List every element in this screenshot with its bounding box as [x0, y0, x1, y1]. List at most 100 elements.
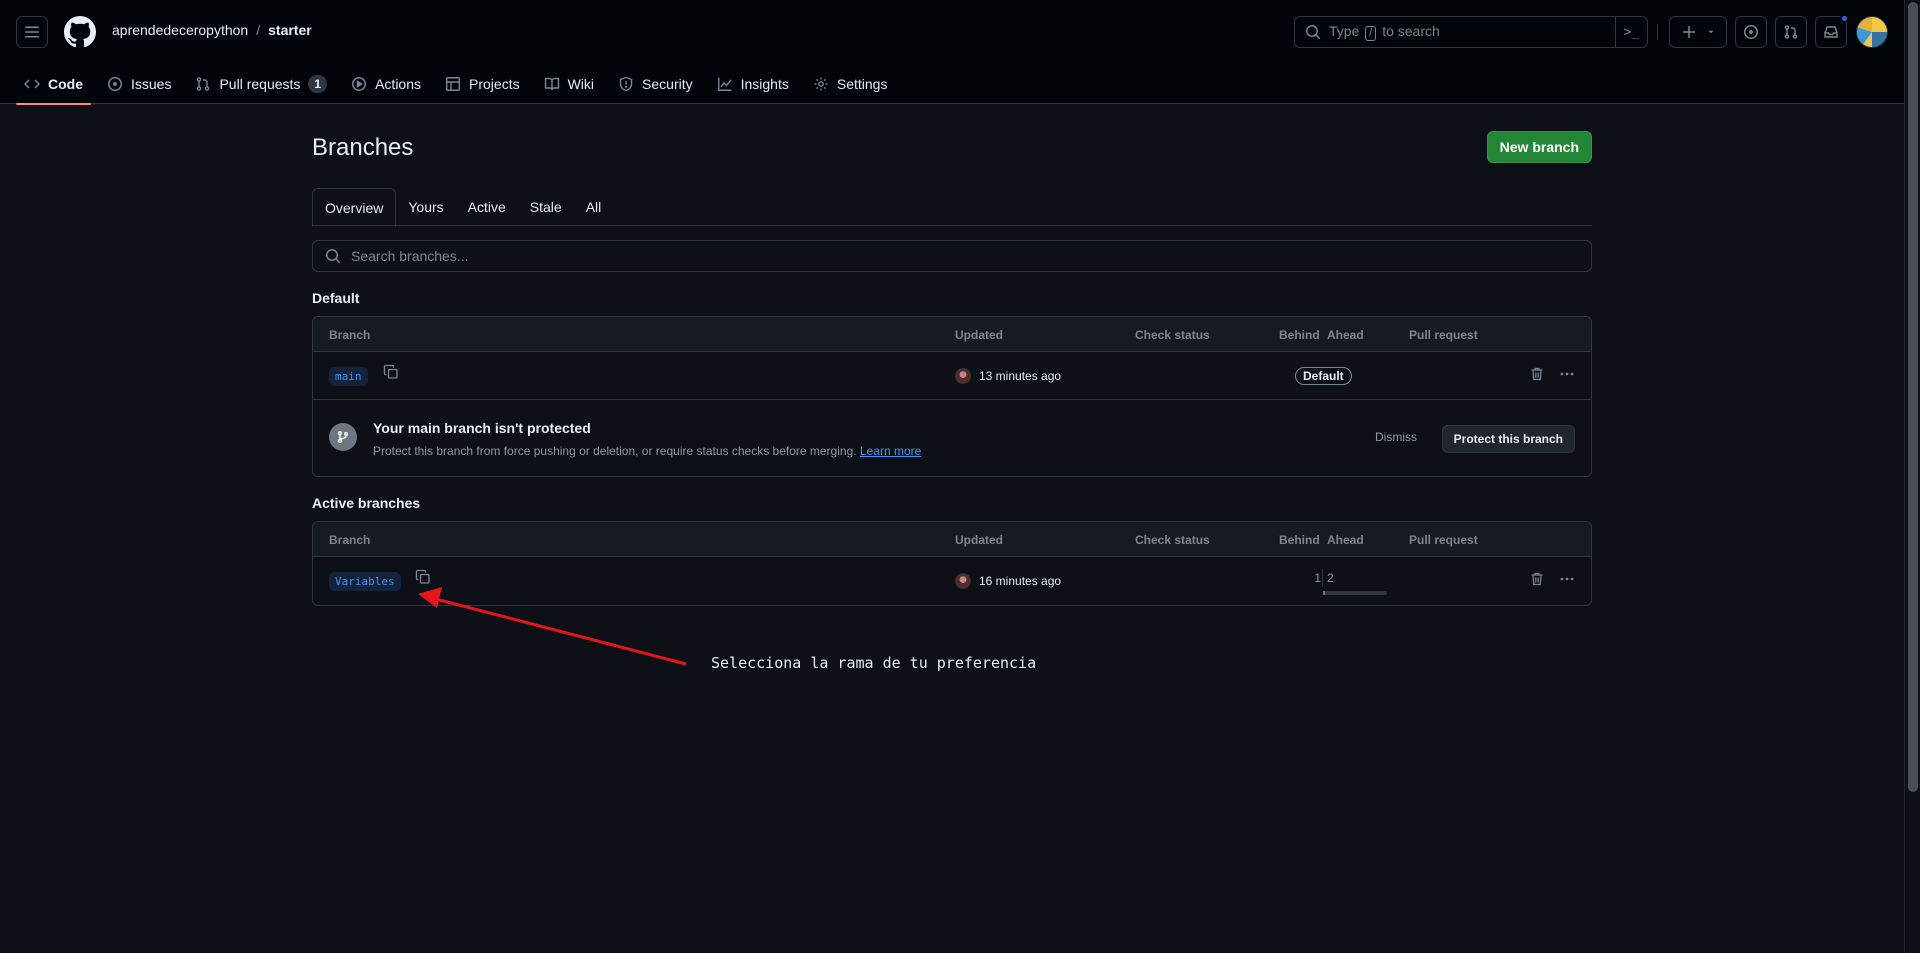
branch-filter-tabs: Overview Yours Active Stale All — [312, 188, 1592, 227]
tab-code[interactable]: Code — [16, 64, 91, 105]
col-updated: Updated — [955, 533, 1003, 547]
git-pull-request-icon — [1784, 25, 1798, 39]
tab-pull-requests[interactable]: Pull requests 1 — [187, 64, 335, 104]
git-branch-icon — [329, 423, 357, 451]
command-palette-icon: >_ — [1623, 24, 1640, 40]
search-prefix: Type — [1329, 23, 1360, 39]
protect-branch-button[interactable]: Protect this branch — [1441, 425, 1575, 453]
ahead-count: 2 — [1327, 571, 1334, 585]
copy-icon[interactable] — [383, 364, 399, 380]
search-shortcut-key: / — [1365, 26, 1377, 41]
play-icon — [352, 77, 367, 91]
col-pull-request: Pull request — [1409, 533, 1478, 547]
table-header: Branch Updated Check status Behind Ahead… — [313, 522, 1591, 557]
global-search-input[interactable]: Type / to search >_ — [1294, 16, 1648, 48]
pull-request-icon — [197, 77, 210, 91]
col-behind: Behind — [1279, 533, 1320, 547]
updated-cell: 13 minutes ago — [955, 368, 1061, 384]
tab-label: Wiki — [567, 76, 595, 92]
tab-stale[interactable]: Stale — [518, 188, 574, 226]
trash-icon[interactable] — [1529, 366, 1545, 382]
ahead-bar — [1323, 591, 1387, 595]
col-branch: Branch — [329, 328, 371, 342]
banner-title: Your main branch isn't protected — [373, 420, 591, 436]
github-logo-icon[interactable] — [64, 16, 96, 48]
new-branch-button[interactable]: New branch — [1486, 131, 1592, 163]
avatar[interactable] — [955, 368, 971, 384]
search-suffix: to search — [1382, 23, 1440, 39]
tab-label: Settings — [836, 76, 888, 92]
trash-icon[interactable] — [1529, 571, 1545, 587]
col-branch: Branch — [329, 533, 371, 547]
default-branch-table: Branch Updated Check status Behind Ahead… — [312, 316, 1592, 477]
tab-wiki[interactable]: Wiki — [536, 64, 602, 104]
learn-more-link[interactable]: Learn more — [860, 444, 921, 458]
pull-request-count: 1 — [308, 75, 328, 93]
updated-cell: 16 minutes ago — [955, 573, 1061, 589]
copy-icon[interactable] — [415, 569, 431, 585]
col-check-status: Check status — [1135, 533, 1210, 547]
repo-link[interactable]: starter — [268, 22, 312, 38]
your-issues-button[interactable] — [1735, 16, 1767, 48]
col-updated: Updated — [955, 328, 1003, 342]
breadcrumb-separator: / — [256, 22, 261, 38]
graph-icon — [717, 77, 732, 91]
user-avatar[interactable] — [1856, 16, 1888, 48]
page-scrollbar[interactable] — [1904, 0, 1920, 953]
branch-search-input[interactable]: Search branches... — [312, 240, 1592, 272]
scrollbar-thumb[interactable] — [1908, 2, 1918, 792]
shield-icon — [619, 76, 633, 92]
tab-label: Code — [48, 76, 83, 92]
tab-overview[interactable]: Overview — [312, 188, 397, 227]
branch-name-link[interactable]: Variables — [329, 572, 401, 591]
tab-label: Actions — [375, 76, 422, 92]
tab-issues[interactable]: Issues — [99, 64, 179, 104]
triangle-down-icon — [1708, 30, 1713, 34]
tab-label: Security — [642, 76, 693, 92]
tab-yours[interactable]: Yours — [396, 188, 455, 226]
book-icon — [544, 77, 559, 91]
col-check-status: Check status — [1135, 328, 1210, 342]
avatar[interactable] — [955, 573, 971, 589]
tab-security[interactable]: Security — [610, 64, 701, 104]
banner-description: Protect this branch from force pushing o… — [373, 444, 921, 458]
branch-protection-banner: Your main branch isn't protected Protect… — [313, 400, 1591, 476]
row-actions — [1529, 571, 1575, 587]
kebab-horizontal-icon[interactable] — [1559, 366, 1575, 382]
branch-name-link[interactable]: main — [329, 367, 368, 386]
create-new-button[interactable] — [1669, 16, 1727, 48]
menu-button[interactable] — [16, 16, 48, 48]
repo-nav: Code Issues Pull requests 1 Actions Proj… — [16, 64, 896, 105]
table-row: Variables 16 minutes ago 1 2 — [313, 557, 1591, 605]
ahead-bar-fill — [1323, 591, 1325, 595]
active-section-heading: Active branches — [312, 495, 421, 511]
table-row: main 13 minutes ago Default — [313, 352, 1591, 400]
tab-label: Issues — [131, 76, 172, 92]
your-pull-requests-button[interactable] — [1775, 16, 1807, 48]
notifications-button[interactable] — [1815, 14, 1849, 48]
table-header: Branch Updated Check status Behind Ahead… — [313, 317, 1591, 352]
tab-settings[interactable]: Settings — [805, 64, 896, 104]
col-ahead: Ahead — [1327, 328, 1364, 342]
search-icon — [1306, 25, 1321, 40]
col-pull-request: Pull request — [1409, 328, 1478, 342]
issue-icon — [108, 77, 122, 91]
plus-icon — [1682, 26, 1695, 38]
issue-opened-icon — [1744, 25, 1758, 39]
tab-active[interactable]: Active — [456, 188, 518, 226]
tab-projects[interactable]: Projects — [437, 64, 528, 104]
global-header: aprendedeceropython / starter Type / to … — [0, 0, 1904, 105]
kebab-horizontal-icon[interactable] — [1559, 571, 1575, 587]
table-icon — [446, 77, 460, 91]
tab-insights[interactable]: Insights — [709, 64, 797, 104]
command-palette-button[interactable]: >_ — [1615, 17, 1647, 47]
search-icon — [326, 249, 341, 264]
dismiss-button[interactable]: Dismiss — [1375, 430, 1417, 444]
banner-description-text: Protect this branch from force pushing o… — [373, 444, 857, 458]
tab-all[interactable]: All — [574, 188, 614, 226]
ahead-behind-indicator: 1 2 — [1273, 569, 1387, 595]
unread-indicator — [1840, 14, 1849, 23]
tab-actions[interactable]: Actions — [343, 64, 429, 104]
tab-label: Projects — [469, 76, 520, 92]
owner-link[interactable]: aprendedeceropython — [112, 22, 248, 38]
